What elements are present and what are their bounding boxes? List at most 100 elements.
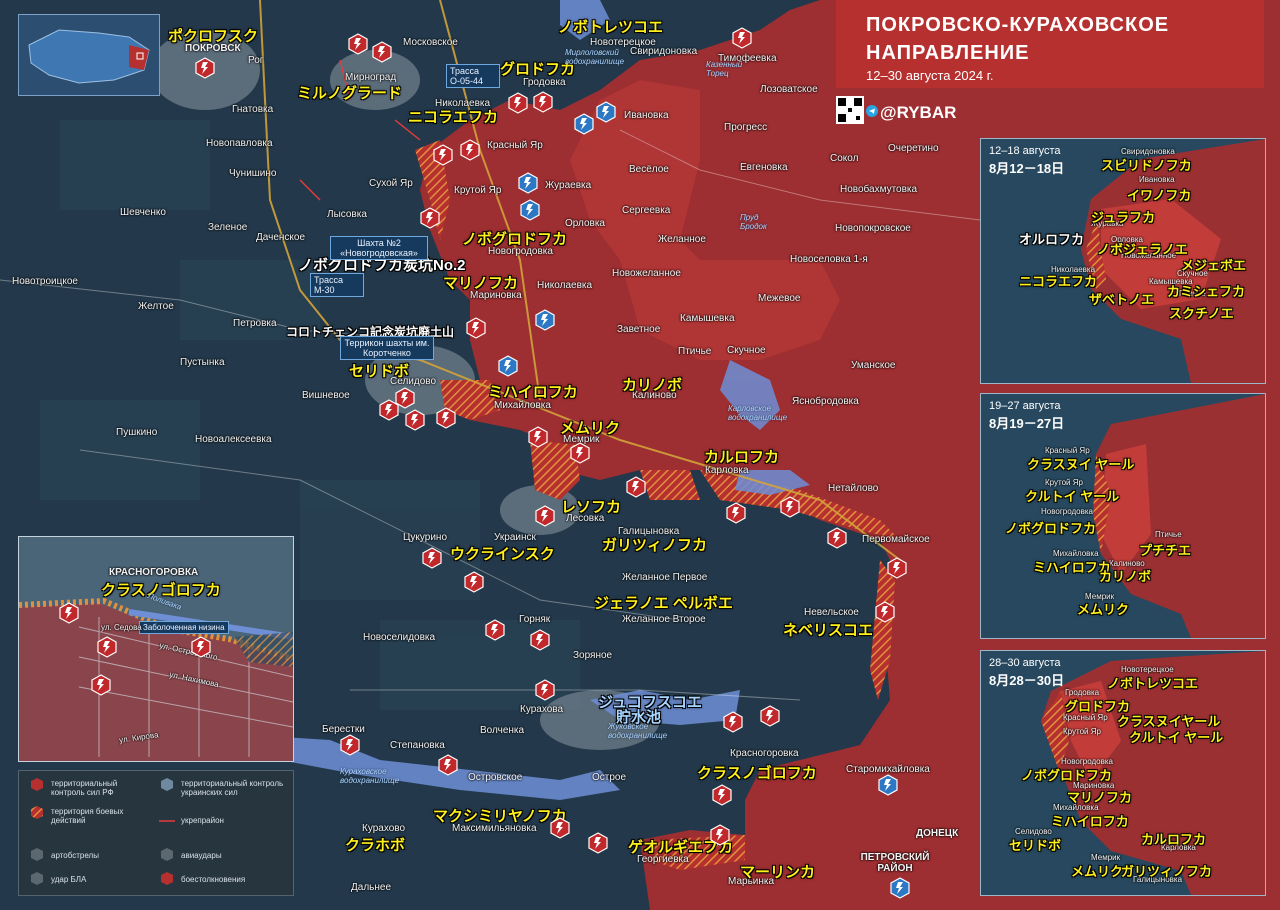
town-label: Заветное xyxy=(617,324,661,335)
legend-ru: территориальный контроль сил РФ xyxy=(51,779,118,797)
panel-town: Птичье xyxy=(1155,530,1182,539)
town-label: Цукурино xyxy=(403,532,448,543)
town-label: Птичье xyxy=(678,346,712,357)
highway-tag: Трасса М-30 xyxy=(310,273,364,297)
town-label: Весёлое xyxy=(629,164,669,175)
town-label: Пустынка xyxy=(180,357,225,368)
panel-jp: スビリドノフカ xyxy=(1101,158,1192,173)
town-label: Нетайлово xyxy=(828,483,879,494)
subtitle: 12–30 августа 2024 г. xyxy=(866,68,994,83)
clash-icon xyxy=(96,636,118,658)
clash-icon xyxy=(569,442,591,464)
town-label: Лысовка xyxy=(327,209,367,220)
clash-icon xyxy=(419,207,441,229)
reservoir-label: Мирлоловский водохранилище xyxy=(565,48,625,66)
clash-icon xyxy=(465,317,487,339)
town-label: Желанное Второе xyxy=(622,614,706,625)
town-label: Гнатовка xyxy=(232,104,274,115)
panel-title: 28–30 августа xyxy=(989,657,1061,669)
panel-jp: メムリク xyxy=(1071,864,1124,879)
panel-jp: メジェボエ xyxy=(1181,258,1247,273)
town-label: Камышевка xyxy=(680,313,735,324)
clash-icon xyxy=(58,602,80,624)
jp-label: ノボグロドフカ xyxy=(462,231,568,248)
lowland-tag: Заболоченная низина xyxy=(139,621,229,634)
river-label: Пруд Бродок xyxy=(740,213,767,231)
legend-contested: территория боевых действий xyxy=(51,807,124,825)
reservoir-label: Карловское водохранилище xyxy=(728,404,788,422)
town-label: Новотроицкое xyxy=(12,276,78,287)
clash-icon xyxy=(532,91,554,113)
jp-label: ジェラノエ ペルボエ xyxy=(594,595,733,612)
clash-icon xyxy=(421,547,443,569)
jp-label: クラホボ xyxy=(345,837,406,854)
panel-jp: クルトイ ヤール xyxy=(1129,730,1224,745)
inset-krasnogorovka: КРАСНОГОРОВКА クラスノゴロフカ Заболоченная низи… xyxy=(18,536,294,762)
panel-town: Ивановка xyxy=(1139,175,1175,184)
panel-title: 19–27 августа xyxy=(989,400,1061,412)
jp-label: カルロフカ xyxy=(704,449,780,466)
legend-ua: территориальный контроль украинских сил xyxy=(181,779,284,797)
ua-strike-icon xyxy=(497,355,519,377)
clash-icon xyxy=(625,476,647,498)
panel-jp: カルロフカ xyxy=(1141,832,1207,847)
town-label: Красногоровка xyxy=(730,748,799,759)
river-label: Казенный Торец xyxy=(706,60,743,78)
town-label: Острое xyxy=(592,772,627,783)
clash-icon xyxy=(194,57,216,79)
jp-label: ポクロフスク xyxy=(168,28,259,45)
town-label: Горняк xyxy=(519,614,551,625)
town-label: Евгеновка xyxy=(740,162,788,173)
clash-icon xyxy=(529,629,551,651)
panel-date: 8月28－30日 xyxy=(989,673,1065,688)
town-label: Яснобродовка xyxy=(792,396,859,407)
clash-icon xyxy=(484,619,506,641)
jp-label: ニコラエフカ xyxy=(408,109,499,126)
reservoir-label: Жуковское водохранилище xyxy=(608,722,668,740)
clash-icon xyxy=(527,426,549,448)
panel-jp: ニコラエフカ xyxy=(1019,274,1098,289)
town-label: Сухой Яр xyxy=(369,178,413,189)
panel-jp: プチチエ xyxy=(1139,543,1192,558)
clash-icon xyxy=(711,784,733,806)
town-label: Степановка xyxy=(390,740,445,751)
clash-icon xyxy=(779,496,801,518)
panel-jp: カリノボ xyxy=(1099,569,1152,584)
panel-jp: ノボトレツコエ xyxy=(1107,676,1199,691)
clash-icon xyxy=(463,571,485,593)
clash-icon xyxy=(190,636,212,658)
mine-tag: Шахта №2 «Новогродовская» xyxy=(330,236,428,260)
town-label: Новоселидовка xyxy=(363,632,436,643)
jp-label: セリドボ xyxy=(349,363,410,380)
jp-label: レソフカ xyxy=(561,499,622,516)
clash-icon xyxy=(709,824,731,846)
legend-fortified: укрепрайон xyxy=(181,816,224,825)
clash-icon xyxy=(507,92,529,114)
panel-date: 8月12－18日 xyxy=(989,161,1065,176)
clash-icon xyxy=(435,407,457,429)
town-label: Волченка xyxy=(480,725,525,736)
panel-jp: カミシェフカ xyxy=(1167,284,1246,299)
town-label: Дальнее xyxy=(351,882,392,893)
panel-title: 12–18 августа xyxy=(989,145,1061,157)
town-label: Новопокровское xyxy=(835,223,911,234)
telegram-icon xyxy=(866,104,878,122)
legend-clashes: боестолкновения xyxy=(181,875,246,884)
panel-jp: メムリク xyxy=(1077,602,1130,617)
panel-jp: ミハイロフカ xyxy=(1051,814,1129,829)
jp-label: ガリツィノフカ xyxy=(602,537,708,554)
panel-jp: ジュラフカ xyxy=(1091,210,1156,225)
panel-town: Крутой Яр xyxy=(1063,727,1101,736)
district-label: ПЕТРОВСКИЙ РАЙОН xyxy=(860,852,930,874)
town-label: Зеленое xyxy=(208,222,248,233)
town-label: Рог xyxy=(248,55,264,66)
jp-label: ノボトレツコエ xyxy=(558,19,664,36)
town-label: Шевченко xyxy=(120,207,166,218)
street-label: ул. Седова xyxy=(101,623,142,632)
panel-town: Новогродовка xyxy=(1041,507,1093,516)
ua-strike-icon xyxy=(534,309,556,331)
town-label: Ивановка xyxy=(624,110,669,121)
town-label: Петровка xyxy=(233,318,277,329)
town-label: Крутой Яр xyxy=(454,185,502,196)
panel-jp: ザベトノエ xyxy=(1089,292,1155,307)
